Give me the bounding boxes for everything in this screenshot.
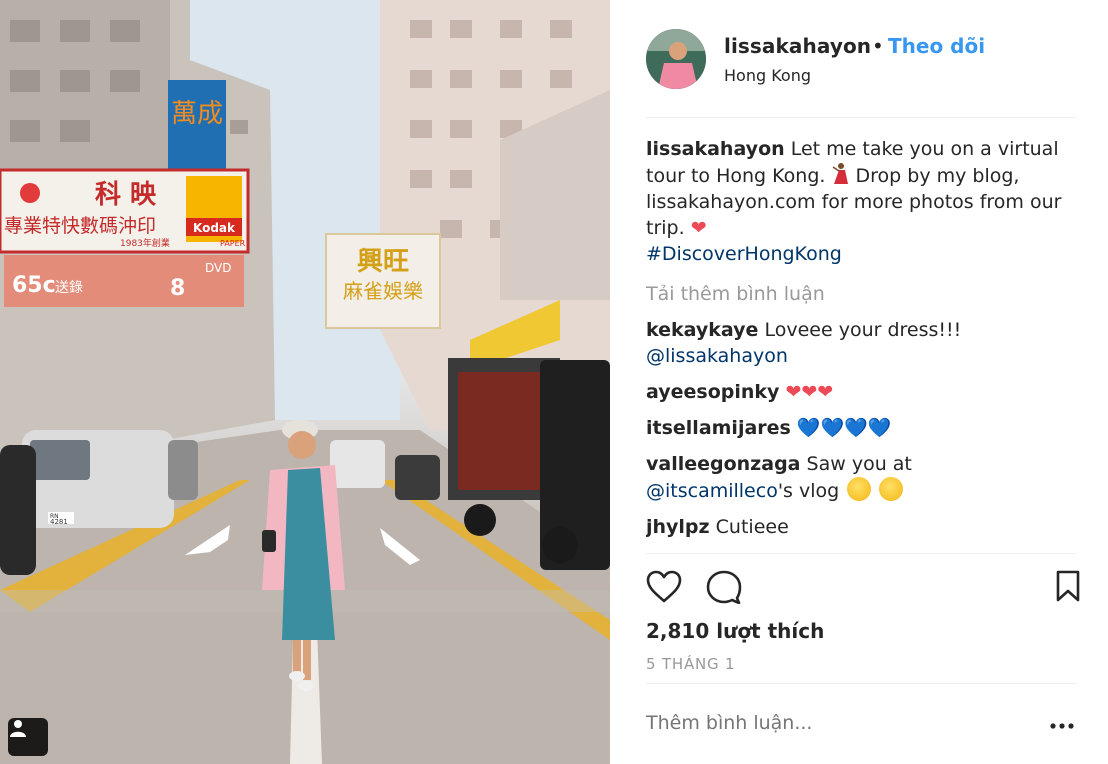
post-actions [646, 566, 1080, 610]
comment-item: valleegonzaga Saw you at @itscamilleco's… [646, 451, 1078, 504]
comments-list[interactable]: lissakahayon Let me take you on a virtua… [646, 136, 1078, 553]
likes-count-button[interactable]: 2,810 lượt thích [646, 619, 824, 643]
red-heart-emoji-icon: ❤❤❤ [785, 381, 834, 403]
sign-center-sub: 麻雀娛樂 [343, 279, 423, 303]
add-comment-input[interactable] [646, 712, 1006, 734]
comment-item: ayeesopinky ❤❤❤ [646, 379, 1078, 405]
comment-text: Loveee your dress!!! [764, 319, 962, 341]
load-more-comments-button[interactable]: Tải thêm bình luận [646, 281, 1078, 307]
comments-divider [646, 553, 1076, 554]
post-date[interactable]: 5 THÁNG 1 [646, 655, 735, 673]
sign-kodak-year: 1983年創業 [120, 237, 170, 249]
sign-kodak-line: 專業特快數碼沖印 [4, 215, 156, 237]
sign-kodak-paper: PAPER [220, 239, 246, 248]
comment-item: jhylpz Cutieee [646, 514, 1078, 540]
follow-button[interactable]: Theo dõi [888, 34, 985, 58]
comment-username-link[interactable]: ayeesopinky [646, 381, 779, 403]
sign-dvd-num: 8 [170, 276, 185, 301]
location-link[interactable]: Hong Kong [724, 66, 811, 85]
dancer-emoji-icon [833, 163, 849, 184]
heart-emoji-icon: ❤ [690, 217, 707, 239]
footer-divider [646, 683, 1076, 684]
avatar[interactable] [646, 29, 706, 89]
person-icon [10, 720, 26, 737]
wink-emoji-icon [847, 477, 872, 501]
comment-item: itsellamijares 💙💙💙💙 [646, 415, 1078, 441]
post-photo[interactable]: 萬成 科 映 專業特快數碼沖印 1983年創業 Kodak PAPER 65c … [0, 0, 610, 764]
header-username-link[interactable]: lissakahayon [724, 34, 871, 58]
sign-kodak-cn: 科 映 [95, 180, 156, 210]
comment-username-link[interactable]: itsellamijares [646, 417, 791, 439]
comment-mention-link[interactable]: @lissakahayon [646, 345, 788, 367]
street-scene-image: 萬成 科 映 專業特快數碼沖印 1983年創業 Kodak PAPER 65c … [0, 0, 610, 764]
comment-text: Cutieee [715, 516, 789, 538]
caption: lissakahayon Let me take you on a virtua… [646, 136, 1078, 267]
blue-heart-emoji-icon: 💙💙💙💙 [796, 417, 892, 439]
comment-mention-link[interactable]: @itscamilleco [646, 480, 778, 502]
heart-outline-icon[interactable] [646, 570, 682, 604]
caption-username-link[interactable]: lissakahayon [646, 138, 785, 160]
post-details-panel: lissakahayon • Theo dõi Hong Kong lissak… [610, 0, 1108, 764]
header-separator: • [872, 34, 884, 58]
svg-text:4281: 4281 [50, 518, 68, 526]
sign-dvd: DVD [205, 261, 231, 275]
kiss-emoji-icon [879, 477, 904, 501]
car-left [0, 445, 36, 575]
sign-kodak-brand: Kodak [193, 221, 236, 235]
header-divider [646, 117, 1076, 118]
comment-username-link[interactable]: jhylpz [646, 516, 710, 538]
bookmark-icon[interactable] [1056, 570, 1080, 602]
comment-text-after: 's vlog [777, 480, 840, 502]
sign-center-text: 興旺 [357, 247, 409, 277]
sign-price-cn: 送錄 [55, 280, 83, 296]
sign-price-text: 65c [12, 273, 56, 298]
comment-item: kekaykaye Loveee your dress!!! @lissakah… [646, 317, 1078, 369]
hashtag-link[interactable]: #DiscoverHongKong [646, 243, 842, 265]
avatar-image [646, 29, 706, 89]
sign-top-text: 萬成 [171, 99, 223, 129]
ellipsis-icon[interactable] [1048, 716, 1076, 736]
comment-username-link[interactable]: valleegonzaga [646, 453, 801, 475]
speech-bubble-icon[interactable] [706, 570, 742, 604]
post-header: lissakahayon • Theo dõi Hong Kong [610, 0, 1108, 117]
comment-username-link[interactable]: kekaykaye [646, 319, 758, 341]
tagged-user-button[interactable] [8, 718, 48, 756]
comment-text: Saw you at [806, 453, 912, 475]
